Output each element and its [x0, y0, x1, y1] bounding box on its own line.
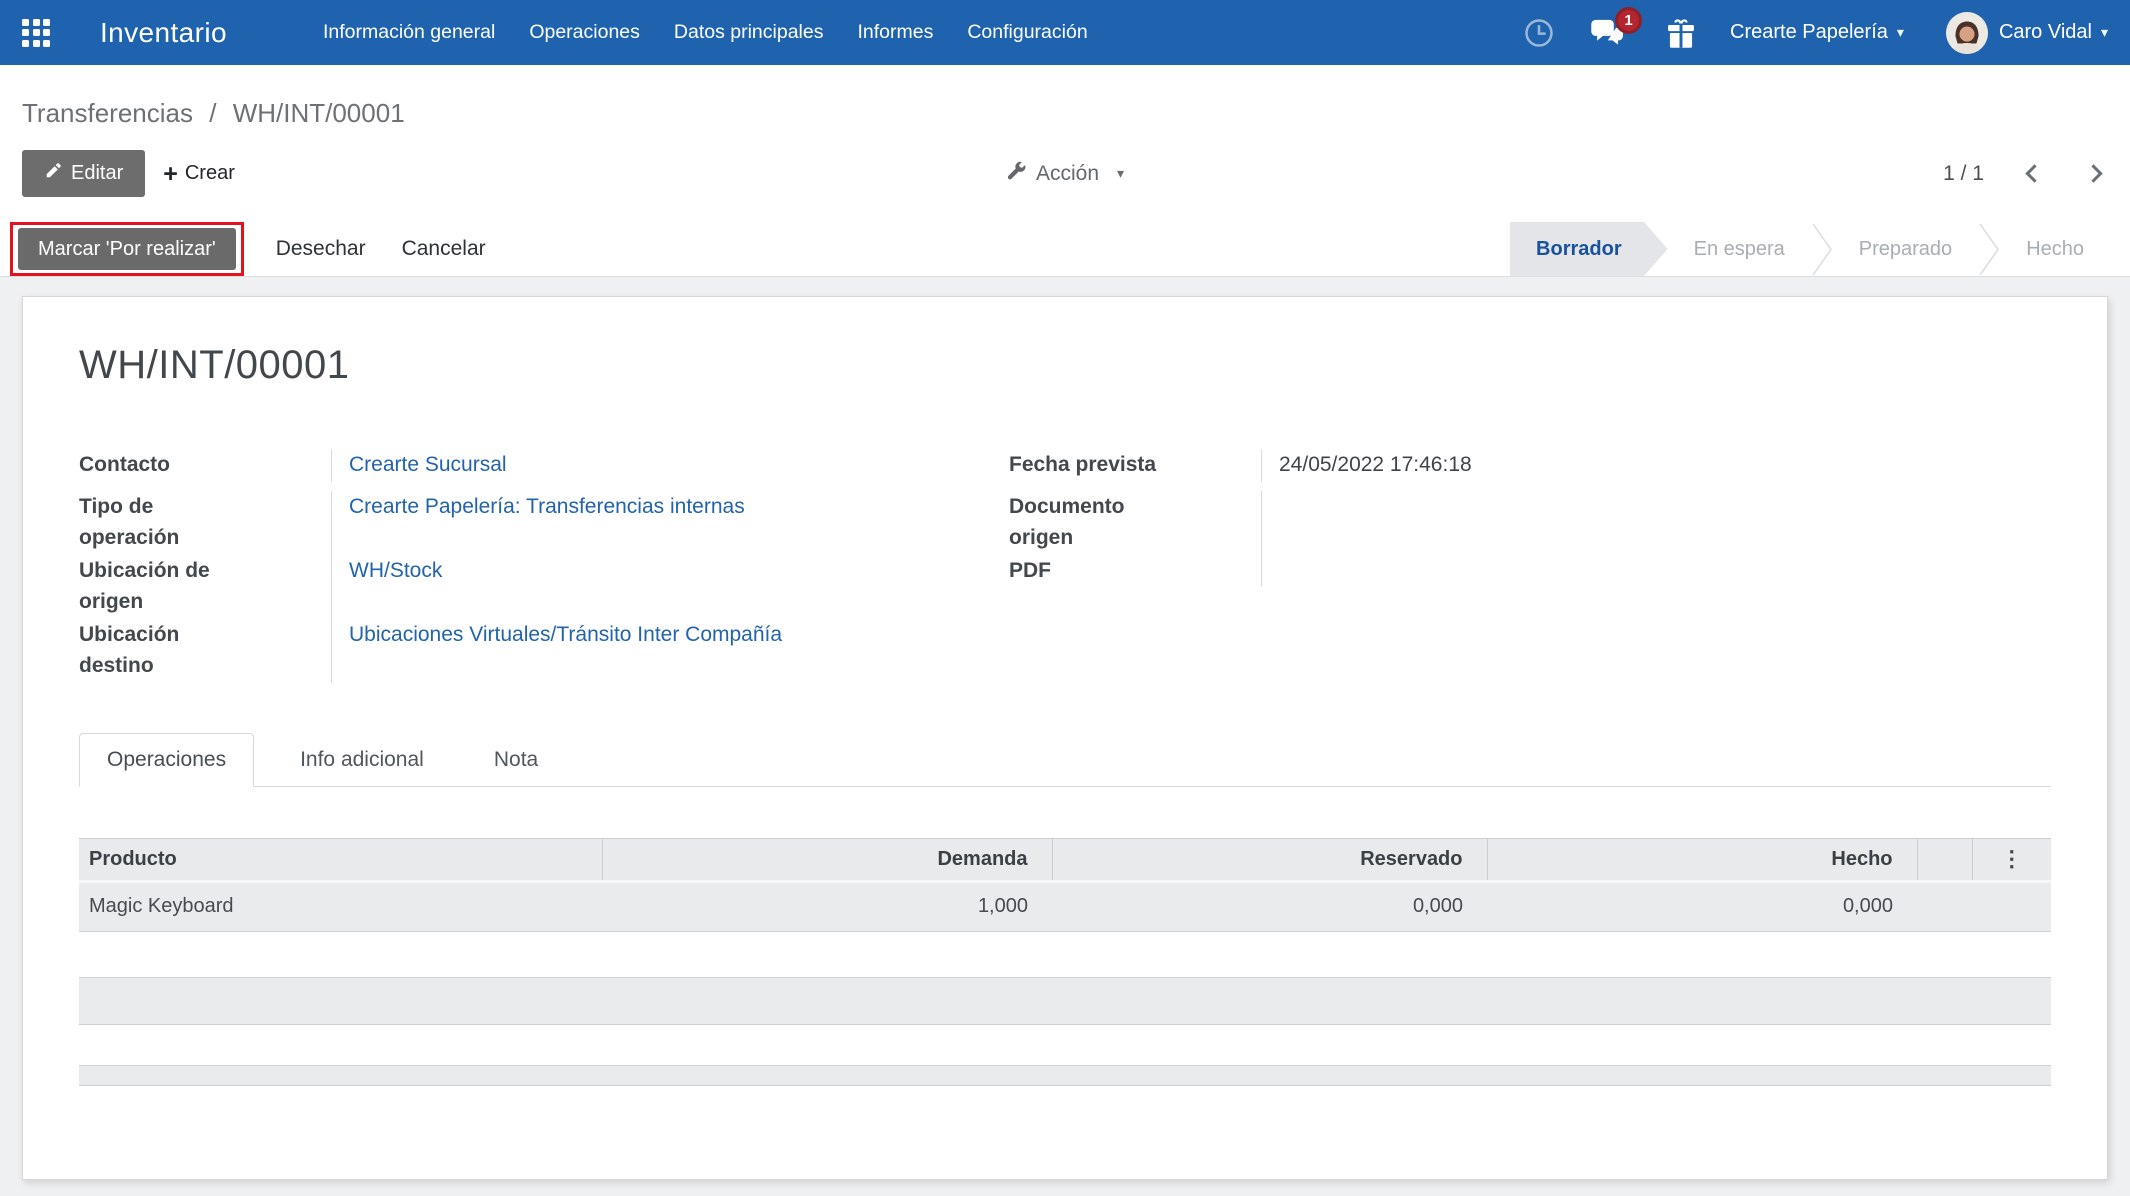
pager: 1 / 1	[1943, 162, 2108, 186]
create-button[interactable]: + Crear	[163, 159, 235, 188]
empty-row-placeholder	[79, 1064, 2051, 1086]
step-en-espera[interactable]: En espera	[1668, 222, 1811, 277]
column-producto[interactable]: Producto	[79, 837, 603, 883]
form-sheet: WH/INT/00001 Contacto Crearte Sucursal T…	[22, 296, 2108, 1180]
chevron-down-icon: ▾	[1896, 24, 1904, 40]
company-name: Crearte Papelería	[1730, 21, 1888, 43]
step-preparado[interactable]: Preparado	[1833, 222, 1978, 277]
cancel-button[interactable]: Cancelar	[386, 237, 502, 261]
source-location-link[interactable]: WH/Stock	[349, 559, 442, 582]
cell-product: Magic Keyboard	[79, 881, 602, 932]
avatar	[1945, 11, 1988, 54]
wrench-icon	[1006, 160, 1027, 187]
pager-previous-icon[interactable]	[2025, 164, 2044, 183]
operations-table: Producto Demanda Reservado Hecho ⋮ Magic…	[79, 837, 2051, 932]
chevron-down-icon: ▾	[2100, 24, 2108, 40]
statusbar: Marcar 'Por realizar' Desechar Cancelar …	[0, 222, 2130, 277]
kebab-icon: ⋮	[2000, 846, 2023, 871]
breadcrumb: Transferencias / WH/INT/00001	[0, 65, 2130, 131]
contact-link[interactable]: Crearte Sucursal	[349, 453, 507, 476]
cell-blank	[1917, 881, 1972, 932]
scrap-button[interactable]: Desechar	[260, 237, 382, 261]
cell-demand: 1,000	[602, 881, 1052, 932]
field-label-contacto: Contacto	[79, 453, 170, 476]
breadcrumb-separator: /	[209, 98, 217, 128]
step-borrador[interactable]: Borrador	[1510, 222, 1668, 277]
pager-next-icon[interactable]	[2084, 164, 2103, 183]
pdf-value	[1261, 554, 2051, 587]
pager-count: 1 / 1	[1943, 161, 1984, 185]
table-row[interactable]: Magic Keyboard 1,000 0,000 0,000	[79, 881, 2051, 932]
company-switcher[interactable]: Crearte Papelería ▾	[1730, 21, 1904, 44]
action-dropdown[interactable]: Acción ▾	[1006, 160, 1124, 187]
annotation-highlight-box: Marcar 'Por realizar'	[10, 222, 244, 276]
menu-informes[interactable]: Informes	[857, 21, 933, 44]
field-label-ubicacion-origen: Ubicación de origen	[79, 558, 210, 614]
edit-button[interactable]: Editar	[22, 150, 146, 197]
record-title: WH/INT/00001	[79, 343, 350, 387]
column-reservado[interactable]: Reservado	[1052, 837, 1488, 883]
destination-location-link[interactable]: Ubicaciones Virtuales/Tránsito Inter Com…	[349, 623, 782, 646]
column-blank	[1917, 837, 1973, 883]
operation-type-link[interactable]: Crearte Papelería: Transferencias intern…	[349, 495, 745, 518]
plus-icon: +	[163, 159, 178, 188]
user-name: Caro Vidal	[1998, 21, 2092, 43]
field-group-right: Fecha prevista 24/05/2022 17:46:18 Docum…	[1009, 449, 2051, 683]
breadcrumb-current: WH/INT/00001	[232, 98, 405, 128]
field-label-fecha-prevista: Fecha prevista	[1009, 453, 1157, 476]
message-count-badge[interactable]: 1	[1615, 6, 1643, 34]
edit-button-label: Editar	[71, 162, 124, 184]
create-button-label: Crear	[184, 162, 235, 184]
user-menu[interactable]: Caro Vidal ▾	[1945, 11, 2108, 54]
empty-row-placeholder	[79, 976, 2051, 1025]
cell-reserved: 0,000	[1052, 881, 1487, 932]
column-hecho[interactable]: Hecho	[1487, 837, 1918, 883]
app-name[interactable]: Inventario	[100, 17, 227, 49]
step-separator-icon	[1978, 222, 2000, 277]
field-group-left: Contacto Crearte Sucursal Tipo de operac…	[79, 449, 1009, 683]
gift-icon[interactable]	[1666, 17, 1696, 49]
menu-datos-principales[interactable]: Datos principales	[674, 21, 824, 44]
field-label-tipo-operacion: Tipo de operación	[79, 494, 180, 550]
mark-todo-button[interactable]: Marcar 'Por realizar'	[18, 228, 236, 270]
field-label-ubicacion-destino: Ubicación destino	[79, 622, 180, 678]
top-navbar: Inventario Información general Operacion…	[0, 0, 2130, 65]
field-label-pdf: PDF	[1009, 558, 1051, 582]
status-steps: Borrador En espera Preparado Hecho	[1510, 222, 2130, 277]
action-label: Acción	[1035, 161, 1099, 185]
cell-done: 0,000	[1487, 881, 1917, 932]
field-label-documento-origen: Documento origen	[1009, 494, 1125, 550]
chevron-down-icon: ▾	[1117, 165, 1125, 181]
step-hecho[interactable]: Hecho	[2000, 222, 2110, 277]
menu-configuracion[interactable]: Configuración	[967, 21, 1087, 44]
scheduled-date-value: 24/05/2022 17:46:18	[1261, 449, 2051, 482]
tab-nota[interactable]: Nota	[470, 734, 562, 786]
cell-options	[1972, 881, 2051, 932]
menu-informacion-general[interactable]: Información general	[323, 21, 495, 44]
activities-clock-icon[interactable]	[1524, 18, 1554, 48]
menu-operaciones[interactable]: Operaciones	[529, 21, 640, 44]
apps-menu-icon[interactable]	[22, 18, 50, 47]
table-header-row: Producto Demanda Reservado Hecho ⋮	[79, 837, 2051, 883]
notebook-tabs: Operaciones Info adicional Nota	[79, 732, 2051, 787]
main-menu: Información general Operaciones Datos pr…	[323, 21, 1088, 44]
tab-operaciones[interactable]: Operaciones	[79, 732, 255, 787]
toggle-columns-button[interactable]: ⋮	[1972, 837, 2051, 883]
messages-icon[interactable]: 1	[1590, 6, 1643, 49]
breadcrumb-transferencias[interactable]: Transferencias	[22, 98, 193, 128]
column-demanda[interactable]: Demanda	[602, 837, 1053, 883]
pencil-icon	[44, 162, 62, 186]
step-separator-icon	[1811, 222, 1833, 277]
tab-info-adicional[interactable]: Info adicional	[276, 734, 448, 786]
source-document-value	[1261, 490, 2051, 555]
